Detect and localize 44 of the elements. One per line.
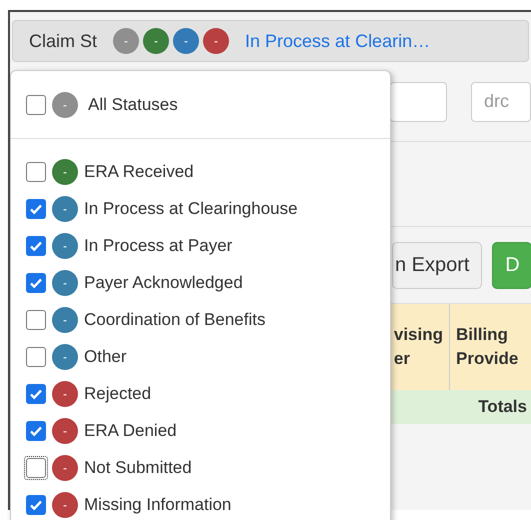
option-label[interactable]: Coordination of Benefits (84, 306, 266, 332)
checkbox[interactable] (26, 384, 46, 404)
selected-statuses-text: In Process at Clearin… (245, 30, 430, 52)
option-label[interactable]: All Statuses (88, 92, 178, 118)
status-badge: - (52, 196, 78, 222)
checkbox[interactable] (26, 94, 46, 114)
totals-label: Totals (478, 396, 527, 418)
option-label[interactable]: ERA Denied (84, 418, 177, 444)
status-badge: - (52, 380, 78, 406)
checkbox[interactable] (26, 494, 46, 514)
status-badge: - (52, 454, 78, 480)
option-label[interactable]: Payer Acknowledged (84, 270, 243, 296)
filter-label: Claim St (29, 30, 98, 52)
status-badge: - (52, 270, 78, 296)
status-badge: - (113, 28, 140, 54)
status-badge: - (52, 158, 78, 184)
checkbox[interactable] (26, 310, 46, 330)
status-badge: - (143, 28, 170, 54)
export-button[interactable]: n Export (392, 242, 482, 288)
text-field[interactable] (390, 82, 447, 122)
option-label[interactable]: Not Submitted (84, 454, 192, 480)
status-badge: - (52, 232, 78, 258)
option-label[interactable]: In Process at Payer (84, 232, 232, 258)
status-badge: - (52, 344, 78, 370)
checkbox[interactable] (26, 272, 46, 292)
status-badge: - (52, 492, 78, 518)
checkbox[interactable] (26, 162, 46, 182)
status-filter-button[interactable]: Claim St - - - - In Process at Clearin… (12, 20, 529, 62)
option-label[interactable]: Rejected (84, 380, 152, 406)
checkbox[interactable] (26, 236, 46, 256)
status-badge: - (52, 306, 78, 332)
option-label[interactable]: Other (84, 344, 127, 370)
status-badge: - (203, 28, 230, 54)
checkbox[interactable] (26, 198, 46, 218)
status-badge: - (52, 418, 78, 444)
column-header: Billing Provide (455, 324, 520, 370)
option-label[interactable]: In Process at Clearinghouse (84, 196, 298, 222)
status-badge: - (173, 28, 200, 54)
checkbox[interactable] (26, 420, 46, 440)
search-field[interactable]: drc (471, 82, 531, 122)
option-label[interactable]: Missing Information (84, 492, 232, 518)
status-badge: - (52, 92, 78, 118)
checkbox[interactable] (26, 346, 46, 366)
option-label[interactable]: ERA Received (84, 158, 194, 184)
